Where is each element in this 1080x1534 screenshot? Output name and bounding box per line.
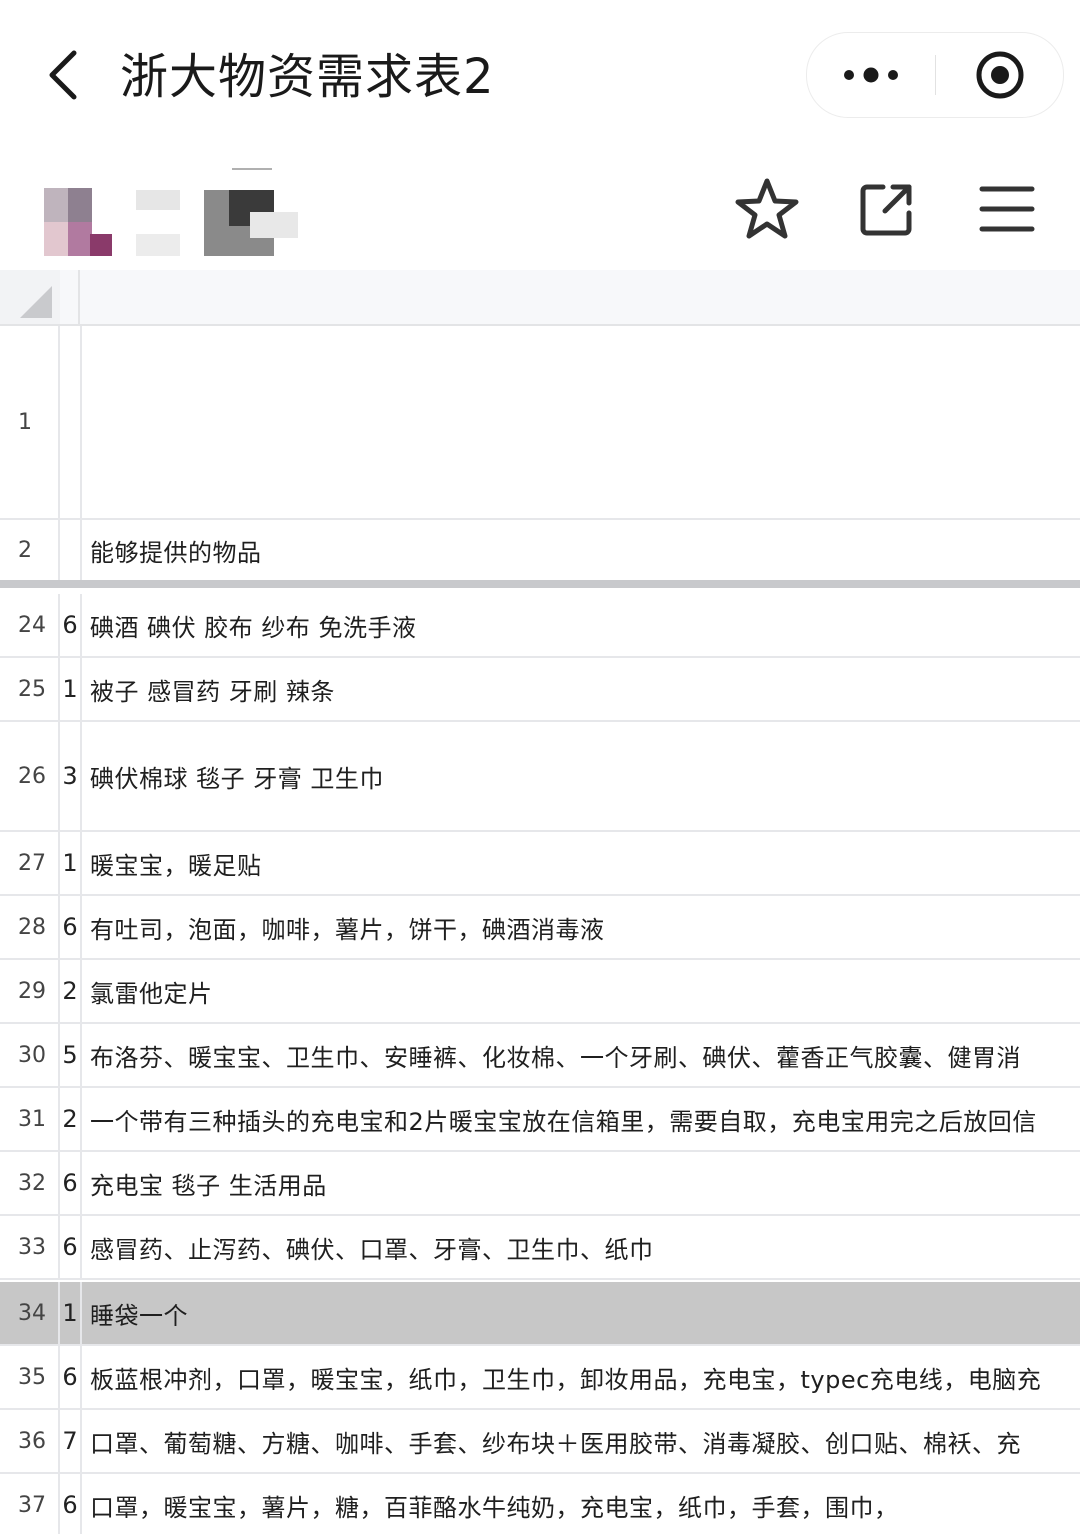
cell-a[interactable]: 1 [60, 1282, 82, 1344]
cell-b[interactable]: 口罩，暖宝宝，薯片，糖，百菲酪水牛纯奶，充电宝，纸巾，手套，围巾， [90, 1474, 1080, 1534]
row-number[interactable]: 31 [0, 1088, 60, 1150]
row-number[interactable]: 1 [0, 326, 60, 518]
table-row[interactable]: 27 1 暖宝宝，暖足贴 [0, 832, 1080, 896]
table-row[interactable]: 36 7 口罩、葡萄糖、方糖、咖啡、手套、纱布块＋医用胶带、消毒凝胶、创口贴、棉… [0, 1410, 1080, 1474]
cell-a[interactable]: 2 [60, 1088, 82, 1150]
table-row[interactable]: 30 5 布洛芬、暖宝宝、卫生巾、安睡裤、化妆棉、一个牙刷、碘伏、藿香正气胶囊、… [0, 1024, 1080, 1088]
table-row[interactable]: 28 6 有吐司，泡面，咖啡，薯片，饼干，碘酒消毒液 [0, 896, 1080, 960]
close-mini-program-button[interactable] [936, 33, 1063, 117]
table-row[interactable]: 37 6 口罩，暖宝宝，薯片，糖，百菲酪水牛纯奶，充电宝，纸巾，手套，围巾， [0, 1474, 1080, 1534]
row-number[interactable]: 37 [0, 1474, 60, 1534]
corner-triangle-icon [20, 286, 52, 318]
cell-b[interactable]: 一个带有三种插头的充电宝和2片暖宝宝放在信箱里，需要自取，充电宝用完之后放回信 [90, 1088, 1080, 1150]
cell-b[interactable]: 被子 感冒药 牙刷 辣条 [90, 658, 1080, 720]
table-row[interactable]: 25 1 被子 感冒药 牙刷 辣条 [0, 658, 1080, 722]
cell-b[interactable]: 板蓝根冲剂，口罩，暖宝宝，纸巾，卫生巾，卸妆用品，充电宝，typec充电线，电脑… [90, 1346, 1080, 1408]
table-row-1[interactable]: 1 [0, 326, 1080, 520]
cell-b[interactable]: 有吐司，泡面，咖啡，薯片，饼干，碘酒消毒液 [90, 896, 1080, 958]
cell-a[interactable]: 6 [60, 1152, 82, 1214]
cell-b[interactable]: 碘酒 碘伏 胶布 纱布 免洗手液 [90, 594, 1080, 656]
doc-toolbar [0, 150, 1080, 270]
cell-b[interactable]: 睡袋一个 [90, 1282, 1080, 1344]
row-number[interactable]: 36 [0, 1410, 60, 1472]
row-number[interactable]: 30 [0, 1024, 60, 1086]
row-number[interactable]: 29 [0, 960, 60, 1022]
menu-button[interactable] [972, 174, 1042, 244]
cell-b-header[interactable]: 能够提供的物品 [90, 520, 1080, 580]
cell-b[interactable]: 布洛芬、暖宝宝、卫生巾、安睡裤、化妆棉、一个牙刷、碘伏、藿香正气胶囊、健胃消 [90, 1024, 1080, 1086]
row-number[interactable]: 28 [0, 896, 60, 958]
cell-a[interactable]: 3 [60, 722, 82, 830]
table-row[interactable]: 24 6 碘酒 碘伏 胶布 纱布 免洗手液 [0, 594, 1080, 658]
row-number[interactable]: 33 [0, 1216, 60, 1278]
column-header-a[interactable] [60, 270, 80, 324]
cell-b[interactable]: 口罩、葡萄糖、方糖、咖啡、手套、纱布块＋医用胶带、消毒凝胶、创口贴、棉袄、充 [90, 1410, 1080, 1472]
table-row-selected[interactable]: 34 1 睡袋一个 [0, 1282, 1080, 1346]
select-all-corner[interactable] [0, 270, 62, 326]
more-button[interactable] [807, 33, 935, 117]
row-number[interactable]: 34 [0, 1282, 60, 1344]
favorite-button[interactable] [732, 174, 802, 244]
star-icon [735, 178, 799, 239]
hamburger-menu-icon [979, 186, 1035, 232]
cell-a[interactable]: 7 [60, 1410, 82, 1472]
page-title: 浙大物资需求表2 [120, 49, 495, 105]
share-external-icon [860, 184, 912, 236]
row-number[interactable]: 26 [0, 722, 60, 830]
blurred-avatar [44, 168, 298, 256]
cell-a[interactable]: 6 [60, 1216, 82, 1278]
table-row[interactable]: 32 6 充电宝 毯子 生活用品 [0, 1152, 1080, 1216]
row-number[interactable]: 27 [0, 832, 60, 894]
cell-b[interactable]: 暖宝宝，暖足贴 [90, 832, 1080, 894]
mini-program-capsule [806, 32, 1064, 118]
cell-a[interactable]: 6 [60, 1474, 82, 1534]
table-row[interactable]: 31 2 一个带有三种插头的充电宝和2片暖宝宝放在信箱里，需要自取，充电宝用完之… [0, 1088, 1080, 1152]
cell-a[interactable]: 6 [60, 1346, 82, 1408]
cell-a[interactable]: 6 [60, 594, 82, 656]
table-row-2[interactable]: 2 能够提供的物品 [0, 520, 1080, 580]
cell-a[interactable]: 1 [60, 658, 82, 720]
cell-a[interactable] [60, 520, 82, 580]
table-row[interactable]: 26 3 碘伏棉球 毯子 牙膏 卫生巾 [0, 722, 1080, 832]
row-number[interactable]: 25 [0, 658, 60, 720]
table-row[interactable]: 33 6 感冒药、止泻药、碘伏、口罩、牙膏、卫生巾、纸巾 [0, 1216, 1080, 1280]
row-number[interactable]: 32 [0, 1152, 60, 1214]
more-dots-icon [844, 67, 898, 83]
target-circle-icon [976, 51, 1023, 99]
cell-b[interactable] [90, 326, 1080, 518]
back-button[interactable] [32, 42, 92, 108]
cell-a[interactable]: 6 [60, 896, 82, 958]
cell-a[interactable] [60, 326, 82, 518]
cell-b[interactable]: 碘伏棉球 毯子 牙膏 卫生巾 [90, 722, 1080, 830]
chevron-left-icon [49, 50, 77, 100]
row-number[interactable]: 2 [0, 520, 60, 580]
top-nav-bar: 浙大物资需求表2 [0, 0, 1080, 150]
cell-b[interactable]: 充电宝 毯子 生活用品 [90, 1152, 1080, 1214]
row-number[interactable]: 35 [0, 1346, 60, 1408]
spreadsheet[interactable]: 1 2 能够提供的物品 24 6 碘酒 碘伏 胶布 纱布 免洗手液 25 1 被… [0, 270, 1080, 1534]
freeze-pane-divider [0, 580, 1080, 588]
cell-a[interactable]: 2 [60, 960, 82, 1022]
table-row[interactable]: 35 6 板蓝根冲剂，口罩，暖宝宝，纸巾，卫生巾，卸妆用品，充电宝，typec充… [0, 1346, 1080, 1410]
table-row[interactable]: 29 2 氯雷他定片 [0, 960, 1080, 1024]
share-button[interactable] [852, 174, 922, 244]
cell-a[interactable]: 1 [60, 832, 82, 894]
cell-a[interactable]: 5 [60, 1024, 82, 1086]
row-number[interactable]: 24 [0, 594, 60, 656]
column-header-bar [60, 270, 1080, 326]
cell-b[interactable]: 氯雷他定片 [90, 960, 1080, 1022]
cell-b[interactable]: 感冒药、止泻药、碘伏、口罩、牙膏、卫生巾、纸巾 [90, 1216, 1080, 1278]
